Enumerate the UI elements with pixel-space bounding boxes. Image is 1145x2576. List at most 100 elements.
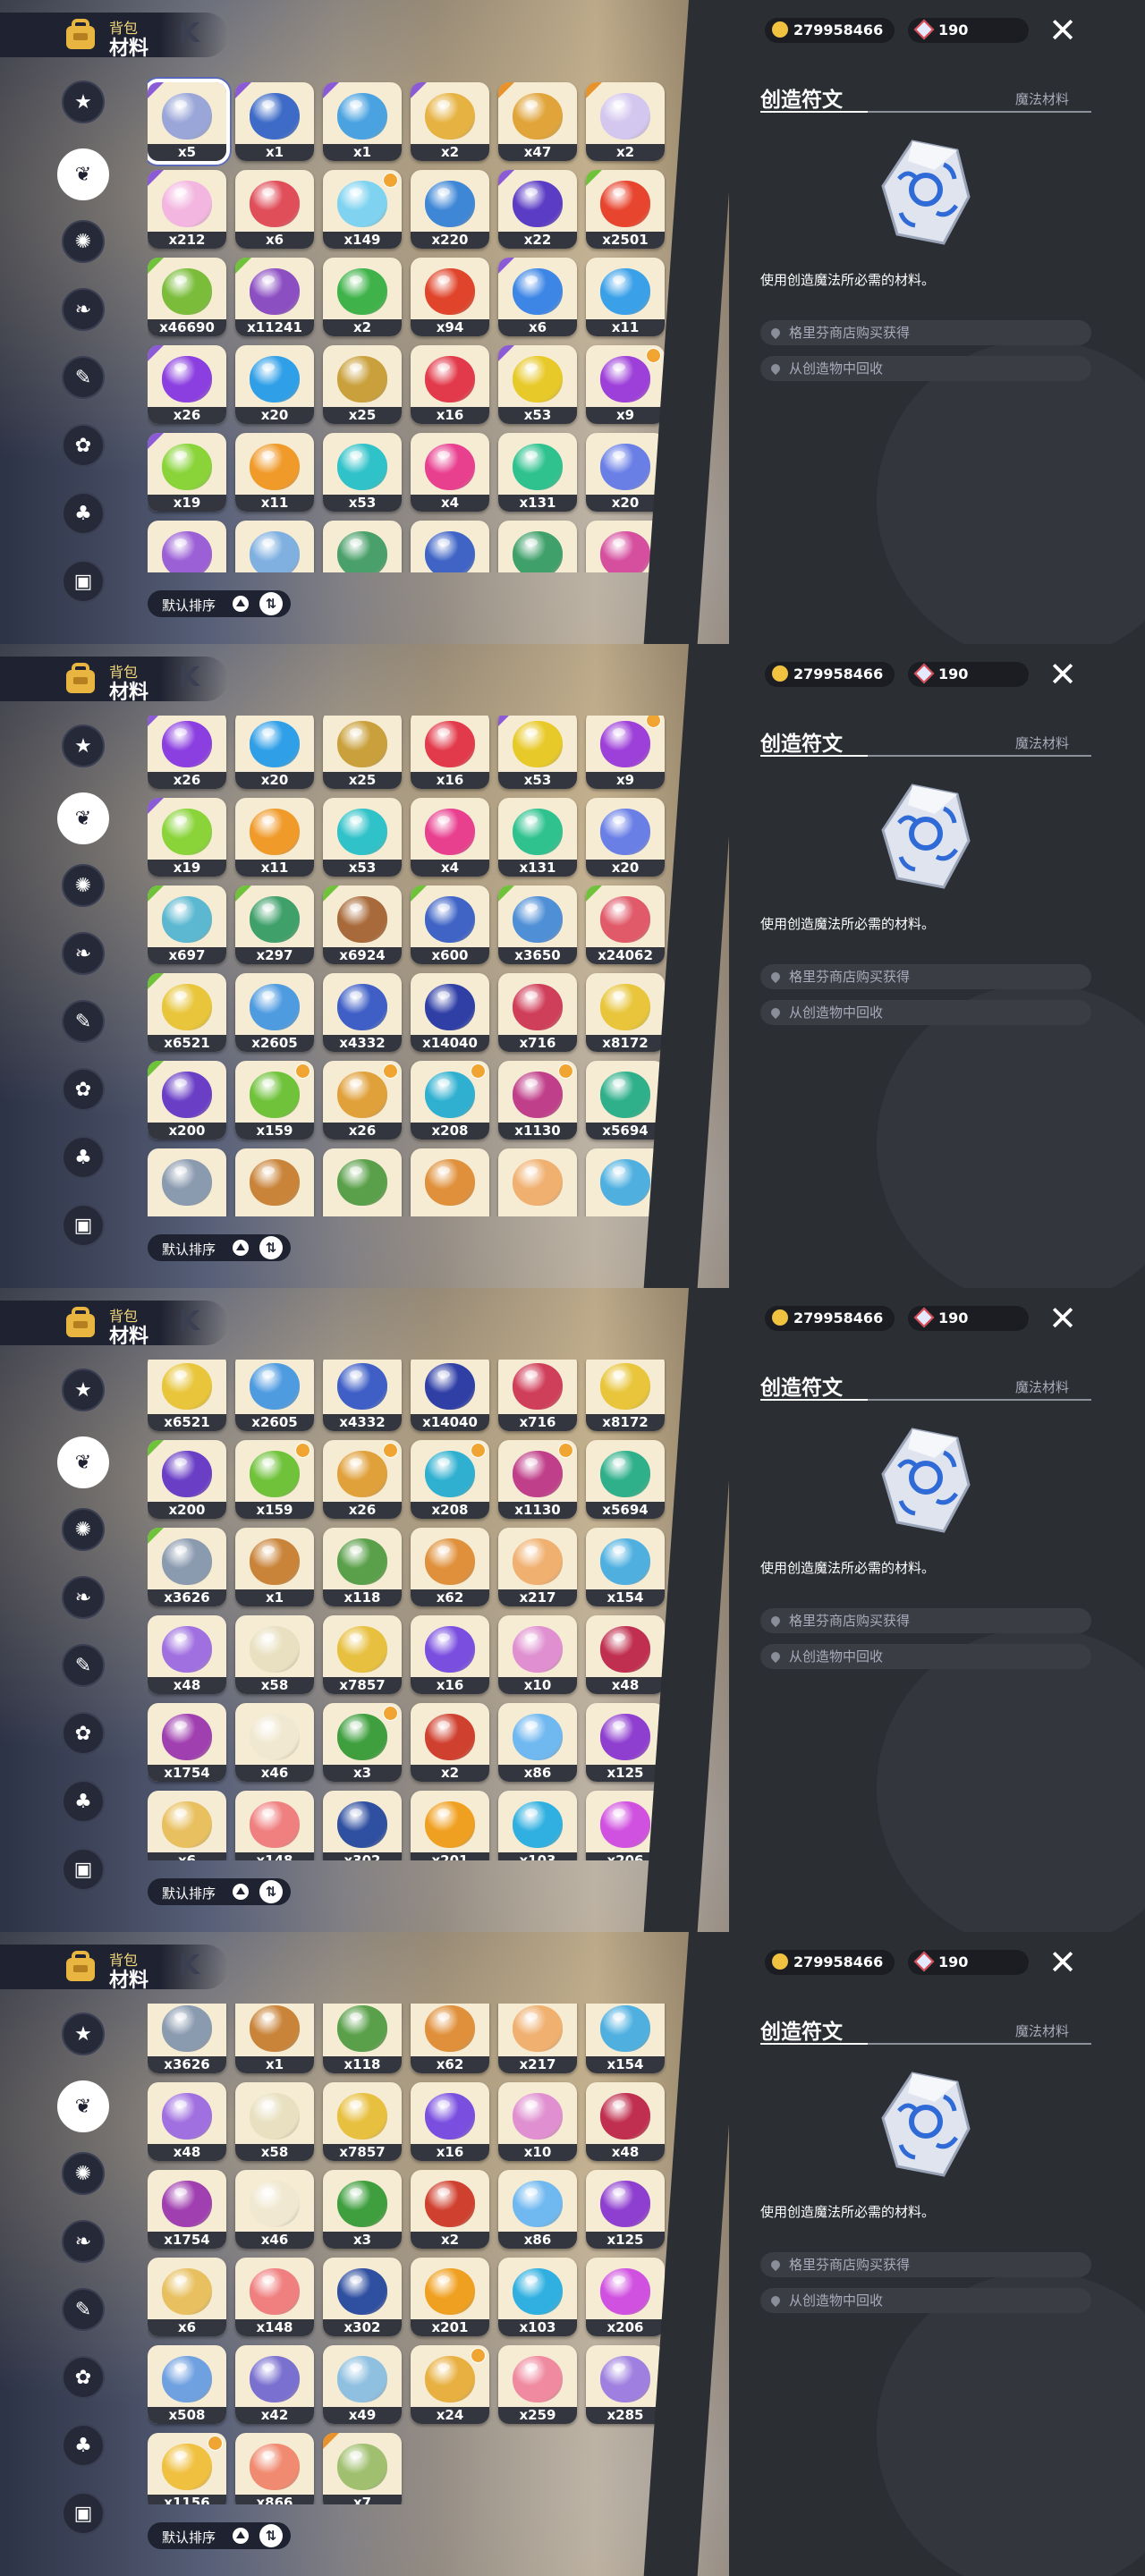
inventory-item[interactable] — [235, 1148, 314, 1216]
leaf-category-icon[interactable]: ❦ — [57, 1436, 109, 1488]
scroll-category-icon[interactable]: ✎ — [62, 2288, 105, 2331]
inventory-item[interactable]: x1 — [235, 82, 314, 161]
inventory-item[interactable]: x125 — [586, 2170, 665, 2249]
acorn-category-icon[interactable]: ♣ — [62, 1136, 105, 1179]
inventory-item[interactable]: x48 — [148, 1615, 226, 1694]
inventory-item[interactable]: x24 — [411, 2345, 489, 2424]
inventory-item[interactable]: x11 — [586, 258, 665, 336]
inventory-item[interactable]: x200 — [148, 1440, 226, 1519]
inventory-item[interactable]: x7 — [323, 2433, 402, 2504]
leaf-category-icon[interactable]: ❦ — [57, 2080, 109, 2132]
inventory-item[interactable]: x53 — [323, 798, 402, 877]
inventory-item[interactable]: x26 — [323, 1061, 402, 1140]
inventory-item[interactable]: x154 — [586, 2004, 665, 2073]
inventory-item[interactable]: x20 — [586, 798, 665, 877]
plant-category-icon[interactable]: ❧ — [62, 1576, 105, 1619]
inventory-item[interactable]: x2 — [411, 82, 489, 161]
inventory-item[interactable]: x4 — [411, 433, 489, 512]
inventory-item[interactable]: x62 — [411, 1528, 489, 1606]
source-shop[interactable]: 格里芬商店购买获得 — [760, 2252, 1091, 2277]
inventory-item[interactable]: x6521 — [148, 973, 226, 1052]
inventory-item[interactable]: x3 — [323, 2170, 402, 2249]
inventory-item[interactable]: x1754 — [148, 1703, 226, 1782]
inventory-item[interactable]: x22 — [498, 170, 577, 249]
sort-direction-icon[interactable] — [233, 1240, 249, 1256]
chest-category-icon[interactable]: ▣ — [62, 1204, 105, 1247]
inventory-item[interactable]: x259 — [498, 2345, 577, 2424]
inventory-item[interactable]: x154 — [586, 1528, 665, 1606]
source-recycle[interactable]: 从创造物中回收 — [760, 356, 1091, 381]
inventory-item[interactable]: x62 — [411, 2004, 489, 2073]
star-category-icon[interactable]: ★ — [62, 80, 105, 123]
inventory-item[interactable]: x58 — [235, 1615, 314, 1694]
inventory-item[interactable]: x2 — [411, 1703, 489, 1782]
inventory-item[interactable]: x3626 — [148, 1528, 226, 1606]
inventory-item[interactable] — [235, 521, 314, 572]
leaf-category-icon[interactable]: ❦ — [57, 792, 109, 844]
inventory-item[interactable]: x600 — [411, 886, 489, 964]
chest-category-icon[interactable]: ▣ — [62, 1848, 105, 1891]
inventory-item[interactable]: x53 — [498, 345, 577, 424]
inventory-item[interactable]: x49 — [323, 2345, 402, 2424]
inventory-item[interactable]: x208 — [411, 1440, 489, 1519]
inventory-item[interactable]: x25 — [323, 716, 402, 789]
inventory-item[interactable]: x7857 — [323, 2082, 402, 2161]
inventory-item[interactable]: x206 — [586, 2258, 665, 2336]
close-icon[interactable]: ✕ — [1047, 1301, 1079, 1335]
plant-category-icon[interactable]: ❧ — [62, 288, 105, 331]
inventory-item[interactable]: x201 — [411, 2258, 489, 2336]
inventory-item[interactable]: x285 — [586, 2345, 665, 2424]
inventory-item[interactable] — [411, 1148, 489, 1216]
inventory-item[interactable]: x20 — [586, 433, 665, 512]
inventory-item[interactable]: x16 — [411, 716, 489, 789]
inventory-item[interactable]: x118 — [323, 2004, 402, 2073]
inventory-item[interactable]: x46690 — [148, 258, 226, 336]
inventory-item[interactable]: x14040 — [411, 973, 489, 1052]
inventory-item[interactable]: x212 — [148, 170, 226, 249]
inventory-item[interactable]: x3626 — [148, 2004, 226, 2073]
chest-category-icon[interactable]: ▣ — [62, 2492, 105, 2535]
source-recycle[interactable]: 从创造物中回收 — [760, 1000, 1091, 1025]
close-icon[interactable]: ✕ — [1047, 657, 1079, 691]
inventory-item[interactable]: x2605 — [235, 973, 314, 1052]
inventory-item[interactable]: x716 — [498, 1360, 577, 1431]
inventory-item[interactable]: x24062 — [586, 886, 665, 964]
inventory-item[interactable]: x11 — [235, 433, 314, 512]
inventory-item[interactable]: x20 — [235, 345, 314, 424]
acorn-category-icon[interactable]: ♣ — [62, 492, 105, 535]
inventory-item[interactable]: x118 — [323, 1528, 402, 1606]
inventory-item[interactable]: x48 — [586, 2082, 665, 2161]
sort-toggle-button[interactable]: ⇅ — [259, 592, 283, 615]
inventory-item[interactable]: x53 — [323, 433, 402, 512]
inventory-item[interactable]: x297 — [235, 886, 314, 964]
inventory-item[interactable]: x103 — [498, 1791, 577, 1860]
inventory-item[interactable]: x1 — [235, 1528, 314, 1606]
inventory-item[interactable]: x11 — [235, 798, 314, 877]
inventory-item[interactable]: x48 — [148, 2082, 226, 2161]
pet-category-icon[interactable]: ✿ — [62, 1068, 105, 1111]
close-icon[interactable]: ✕ — [1047, 1945, 1079, 1979]
plant-category-icon[interactable]: ❧ — [62, 932, 105, 975]
pet-category-icon[interactable]: ✿ — [62, 1712, 105, 1755]
inventory-item[interactable]: x148 — [235, 2258, 314, 2336]
inventory-item[interactable]: x5694 — [586, 1061, 665, 1140]
inventory-item[interactable]: x26 — [148, 716, 226, 789]
inventory-item[interactable]: x6 — [498, 258, 577, 336]
inventory-item[interactable]: x208 — [411, 1061, 489, 1140]
inventory-item[interactable] — [498, 521, 577, 572]
inventory-item[interactable] — [148, 521, 226, 572]
inventory-item[interactable] — [411, 521, 489, 572]
inventory-item[interactable]: x19 — [148, 433, 226, 512]
inventory-item[interactable]: x6521 — [148, 1360, 226, 1431]
inventory-item[interactable]: x200 — [148, 1061, 226, 1140]
close-icon[interactable]: ✕ — [1047, 13, 1079, 47]
inventory-item[interactable]: x217 — [498, 1528, 577, 1606]
inventory-item[interactable]: x1156 — [148, 2433, 226, 2504]
inventory-item[interactable]: x42 — [235, 2345, 314, 2424]
inventory-item[interactable]: x3650 — [498, 886, 577, 964]
source-shop[interactable]: 格里芬商店购买获得 — [760, 320, 1091, 345]
inventory-item[interactable]: x6 — [235, 170, 314, 249]
inventory-item[interactable]: x48 — [586, 1615, 665, 1694]
inventory-item[interactable]: x6 — [148, 1791, 226, 1860]
gear-flower-category-icon[interactable]: ✺ — [62, 220, 105, 263]
